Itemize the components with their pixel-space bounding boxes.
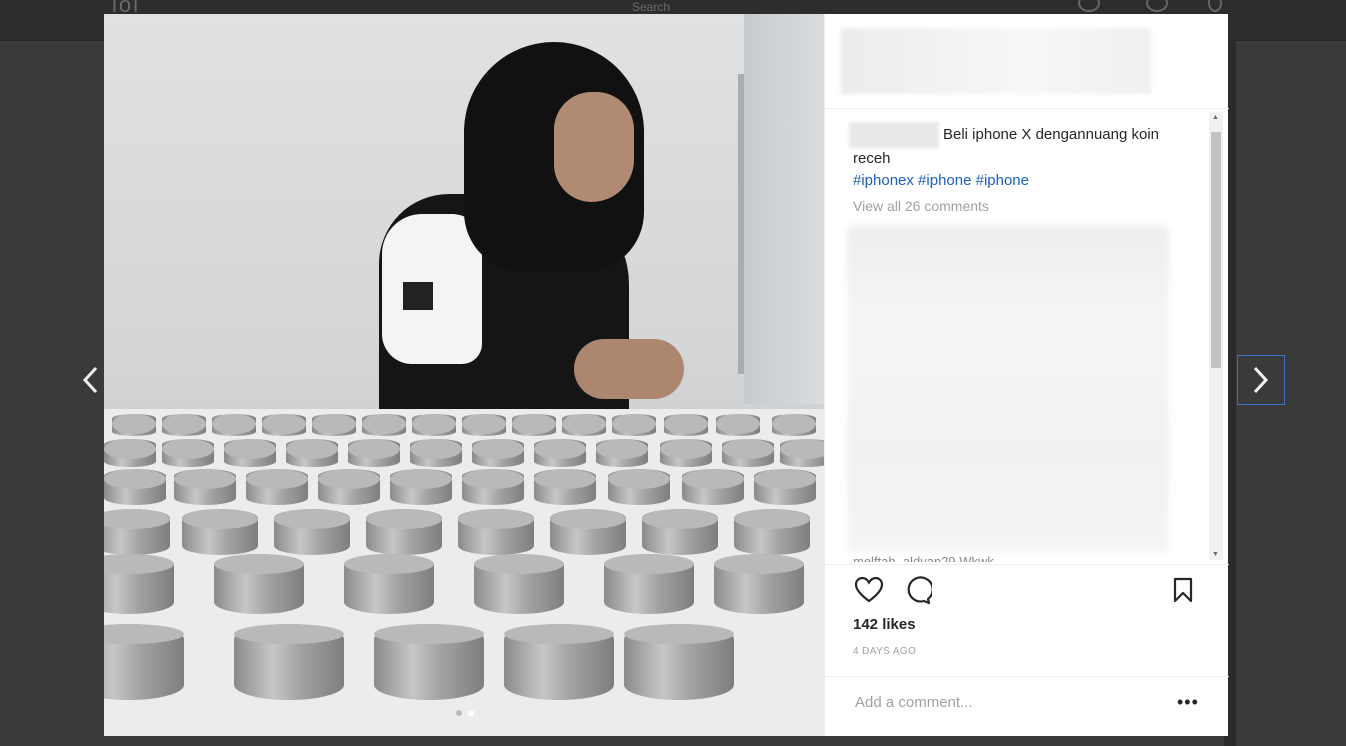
coin-stack	[212, 414, 256, 436]
photo-face	[554, 92, 634, 202]
more-options-button[interactable]: •••	[1177, 692, 1199, 713]
coin-stack	[112, 414, 156, 436]
coin-stack	[374, 624, 484, 700]
coin-stack	[390, 469, 452, 505]
coin-stack	[534, 469, 596, 505]
photo-wall	[744, 14, 824, 404]
next-post-button[interactable]	[1237, 355, 1285, 405]
coin-stack	[412, 414, 456, 436]
coin-stack	[462, 414, 506, 436]
heart-outline-icon	[1146, 0, 1168, 12]
coin-stack	[472, 439, 524, 467]
post-actions	[853, 574, 933, 606]
coin-stack	[512, 414, 556, 436]
post-date[interactable]: 4 DAYS AGO	[853, 646, 916, 657]
coin-stack	[362, 414, 406, 436]
coin-stack	[612, 414, 656, 436]
coin-stack	[714, 554, 804, 614]
coin-stack	[504, 624, 614, 700]
carousel-dot	[456, 710, 462, 716]
coin-stack	[274, 509, 350, 555]
photo-hands	[574, 339, 684, 399]
coin-stack	[224, 439, 276, 467]
coin-stack	[734, 509, 810, 555]
coin-stack	[104, 469, 166, 505]
coin-stack	[608, 469, 670, 505]
coin-stack	[596, 439, 648, 467]
coin-stack	[772, 414, 816, 436]
coin-stack	[174, 469, 236, 505]
author-header-redacted	[841, 28, 1151, 94]
scroll-down-icon[interactable]: ▼	[1212, 551, 1219, 558]
caption-username-redacted[interactable]	[849, 122, 939, 148]
coin-stack	[722, 439, 774, 467]
coin-stack	[664, 414, 708, 436]
scrollbar-thumb[interactable]	[1211, 132, 1221, 368]
coin-stack	[246, 469, 308, 505]
coin-stack	[318, 469, 380, 505]
caption-hashtags[interactable]: #iphonex #iphone #iphone	[853, 172, 1029, 189]
comment-icon	[907, 576, 932, 605]
comments-redacted	[847, 226, 1169, 551]
photo-door-hinge	[738, 74, 744, 374]
coin-stack	[474, 554, 564, 614]
save-button[interactable]	[1167, 574, 1199, 606]
heart-icon	[854, 576, 884, 603]
bookmark-icon	[1173, 577, 1193, 603]
coin-stack	[104, 554, 174, 614]
coin-stack	[550, 509, 626, 555]
coin-stack	[642, 509, 718, 555]
coin-stack	[162, 414, 206, 436]
coin-stack	[754, 469, 816, 505]
coin-stack	[262, 414, 306, 436]
coin-stack	[604, 554, 694, 614]
header-divider	[825, 108, 1229, 109]
coin-stack	[344, 554, 434, 614]
actions-divider	[825, 564, 1229, 565]
background-search: Search	[632, 0, 671, 14]
carousel-indicator	[456, 710, 474, 716]
coin-stack	[716, 414, 760, 436]
carousel-dot-active	[468, 710, 474, 716]
coin-stack	[624, 624, 734, 700]
likes-count[interactable]: 142 likes	[853, 616, 916, 633]
coin-stack	[534, 439, 586, 467]
coin-stack	[780, 439, 824, 467]
coin-stack	[214, 554, 304, 614]
coin-stack	[462, 469, 524, 505]
like-button[interactable]	[853, 574, 885, 606]
scroll-up-icon[interactable]: ▲	[1212, 114, 1219, 121]
view-all-comments-link[interactable]: View all 26 comments	[853, 198, 989, 214]
coin-stack	[286, 439, 338, 467]
comments-scrollbar[interactable]: ▲ ▼	[1209, 112, 1223, 560]
coin-stack	[182, 509, 258, 555]
compass-icon	[1078, 0, 1100, 12]
chevron-left-icon	[82, 366, 98, 394]
comment-divider	[825, 676, 1229, 677]
profile-icon	[1208, 0, 1222, 12]
post-sidebar: Beli iphone X dengannuang koin receh #ip…	[824, 14, 1229, 736]
coin-stack	[410, 439, 462, 467]
post-modal: Beli iphone X dengannuang koin receh #ip…	[104, 14, 1229, 736]
chevron-right-icon	[1253, 366, 1269, 394]
partial-comment: melftah_aldyan29 Wkwk	[853, 554, 994, 562]
coin-stack	[234, 624, 344, 700]
photo-sleeve-patch	[403, 282, 433, 310]
coin-stack	[458, 509, 534, 555]
coin-stack	[104, 439, 156, 467]
add-comment-input[interactable]	[853, 693, 1157, 712]
comment-button[interactable]	[901, 574, 933, 606]
coin-stack	[312, 414, 356, 436]
coin-stack	[104, 624, 184, 700]
post-photo[interactable]	[104, 14, 824, 736]
coin-stack	[682, 469, 744, 505]
coin-stack	[366, 509, 442, 555]
coin-stack	[348, 439, 400, 467]
coin-stack	[562, 414, 606, 436]
coin-stack	[162, 439, 214, 467]
coin-stack	[104, 509, 170, 555]
coin-stack	[660, 439, 712, 467]
post-caption: Beli iphone X dengannuang koin receh #ip…	[849, 122, 1183, 192]
